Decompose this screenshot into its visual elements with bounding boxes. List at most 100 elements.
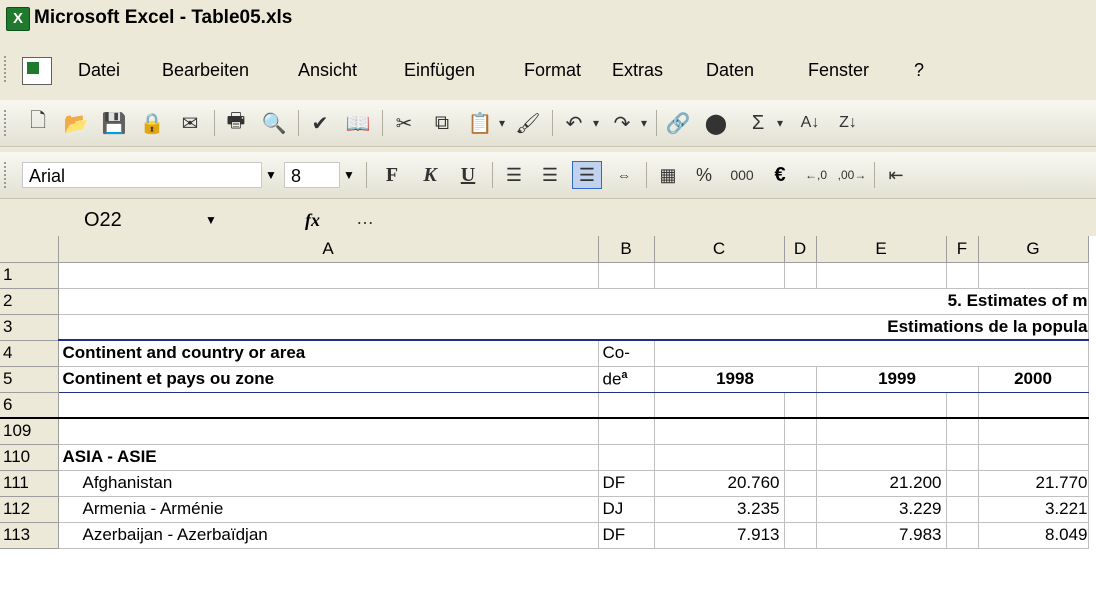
row-header[interactable]: 113 xyxy=(0,522,59,549)
menu-format[interactable]: Format xyxy=(524,60,581,81)
header-code-1[interactable]: Co- xyxy=(597,339,655,367)
paste-icon[interactable]: 📋 xyxy=(466,109,494,137)
menu-extras[interactable]: Extras xyxy=(612,60,663,81)
redo-icon[interactable]: ↷ xyxy=(608,109,636,137)
country-code[interactable]: DJ xyxy=(598,496,655,523)
menu-datei[interactable]: Datei xyxy=(78,60,120,81)
column-header-b[interactable]: B xyxy=(598,236,655,263)
decrease-decimal-icon[interactable]: ,00→ xyxy=(836,161,868,189)
cell[interactable] xyxy=(58,262,599,289)
merge-center-icon[interactable]: ⇔ xyxy=(610,161,638,189)
sort-descending-icon[interactable]: Z↓ xyxy=(834,109,862,137)
formula-input[interactable]: … xyxy=(356,208,374,229)
value-1998[interactable]: 7.913 xyxy=(654,522,785,549)
italic-icon[interactable]: K xyxy=(416,161,444,189)
increase-decimal-icon[interactable]: ←,0 xyxy=(800,161,832,189)
redo-dropdown-icon[interactable]: ▾ xyxy=(636,109,652,137)
cell[interactable] xyxy=(654,444,785,471)
value-1998[interactable]: 20.760 xyxy=(654,470,785,497)
font-dropdown-icon[interactable]: ▼ xyxy=(262,162,280,188)
align-left-icon[interactable]: ☰ xyxy=(500,161,528,189)
table-title-fr[interactable]: Estimations de la popula xyxy=(58,314,1089,341)
currency-style-icon[interactable]: ▦ xyxy=(654,161,682,189)
bold-icon[interactable]: F xyxy=(378,161,406,189)
cell[interactable] xyxy=(654,418,785,445)
format-painter-icon[interactable]: 🖌 xyxy=(514,109,542,137)
ink-icon[interactable]: ⬤ xyxy=(702,109,730,137)
column-header-e[interactable]: E xyxy=(816,236,947,263)
cell[interactable] xyxy=(946,262,979,289)
cell[interactable] xyxy=(654,392,785,419)
percent-icon[interactable]: % xyxy=(690,161,718,189)
row-header[interactable]: 3 xyxy=(0,314,59,341)
column-header-c[interactable]: C xyxy=(654,236,785,263)
cell[interactable] xyxy=(946,392,979,419)
cell[interactable] xyxy=(978,262,1089,289)
cell[interactable] xyxy=(784,522,817,549)
cell[interactable] xyxy=(598,444,655,471)
cell[interactable] xyxy=(653,339,1089,367)
row-header[interactable]: 6 xyxy=(0,392,59,419)
cell[interactable] xyxy=(58,418,599,445)
cell[interactable] xyxy=(654,262,785,289)
font-name-box[interactable]: Arial xyxy=(22,162,262,188)
row-header[interactable]: 4 xyxy=(0,340,59,367)
underline-icon[interactable]: U xyxy=(454,161,482,189)
print-preview-icon[interactable]: 🔍 xyxy=(260,109,288,137)
value-2000[interactable]: 21.770 xyxy=(978,470,1089,497)
cell[interactable] xyxy=(784,392,817,419)
menu-daten[interactable]: Daten xyxy=(706,60,754,81)
cell[interactable] xyxy=(946,470,979,497)
cell[interactable] xyxy=(784,444,817,471)
value-2000[interactable]: 3.221 xyxy=(978,496,1089,523)
cell[interactable] xyxy=(978,444,1089,471)
font-size-box[interactable]: 8 xyxy=(284,162,340,188)
row-header[interactable]: 110 xyxy=(0,444,59,471)
header-code-2[interactable]: dea xyxy=(597,366,655,393)
row-header[interactable]: 2 xyxy=(0,288,59,315)
cell[interactable] xyxy=(784,470,817,497)
value-1999[interactable]: 7.983 xyxy=(816,522,947,549)
cell[interactable] xyxy=(816,262,947,289)
permission-icon[interactable]: 🔒 xyxy=(138,109,166,137)
value-1999[interactable]: 21.200 xyxy=(816,470,947,497)
row-header[interactable]: 112 xyxy=(0,496,59,523)
thousands-separator-icon[interactable]: 000 xyxy=(724,161,760,189)
cell[interactable] xyxy=(816,418,947,445)
cell[interactable] xyxy=(946,496,979,523)
value-1999[interactable]: 3.229 xyxy=(816,496,947,523)
excel-app-icon[interactable]: X xyxy=(6,7,30,31)
menu-grip[interactable] xyxy=(4,56,10,82)
cell[interactable] xyxy=(784,262,817,289)
row-header[interactable]: 111 xyxy=(0,470,59,497)
align-center-icon[interactable]: ☰ xyxy=(536,161,564,189)
research-icon[interactable]: 📖 xyxy=(344,109,372,137)
align-right-icon[interactable]: ☰ xyxy=(572,161,602,189)
fx-icon[interactable]: fx xyxy=(305,210,320,231)
cell[interactable] xyxy=(978,418,1089,445)
cell[interactable] xyxy=(598,418,655,445)
country-label[interactable]: Azerbaijan - Azerbaïdjan xyxy=(58,522,599,549)
undo-icon[interactable]: ↶ xyxy=(560,109,588,137)
year-header-2000[interactable]: 2000 xyxy=(977,365,1089,393)
row-header[interactable]: 5 xyxy=(0,366,59,393)
cell[interactable] xyxy=(816,392,947,419)
cell[interactable] xyxy=(946,444,979,471)
menu-help[interactable]: ? xyxy=(914,60,924,81)
column-header-g[interactable]: G xyxy=(978,236,1089,263)
open-folder-icon[interactable]: 📂 xyxy=(62,109,90,137)
autosum-icon[interactable]: Σ xyxy=(744,109,772,137)
year-header-1999[interactable]: 1999 xyxy=(815,365,979,393)
name-box-dropdown-icon[interactable]: ▼ xyxy=(205,206,217,234)
row-header[interactable]: 1 xyxy=(0,262,59,289)
decrease-indent-icon[interactable]: ⇤ xyxy=(882,161,910,189)
column-header-d[interactable]: D xyxy=(784,236,817,263)
workbook-icon[interactable] xyxy=(22,57,52,85)
toolbar-grip[interactable] xyxy=(4,110,10,136)
region-label[interactable]: ASIA - ASIE xyxy=(58,444,599,471)
country-label[interactable]: Armenia - Arménie xyxy=(58,496,599,523)
cell[interactable] xyxy=(978,392,1089,419)
header-label-fr[interactable]: Continent et pays ou zone xyxy=(57,366,599,393)
menu-einfuegen[interactable]: Einfügen xyxy=(404,60,475,81)
menu-ansicht[interactable]: Ansicht xyxy=(298,60,357,81)
